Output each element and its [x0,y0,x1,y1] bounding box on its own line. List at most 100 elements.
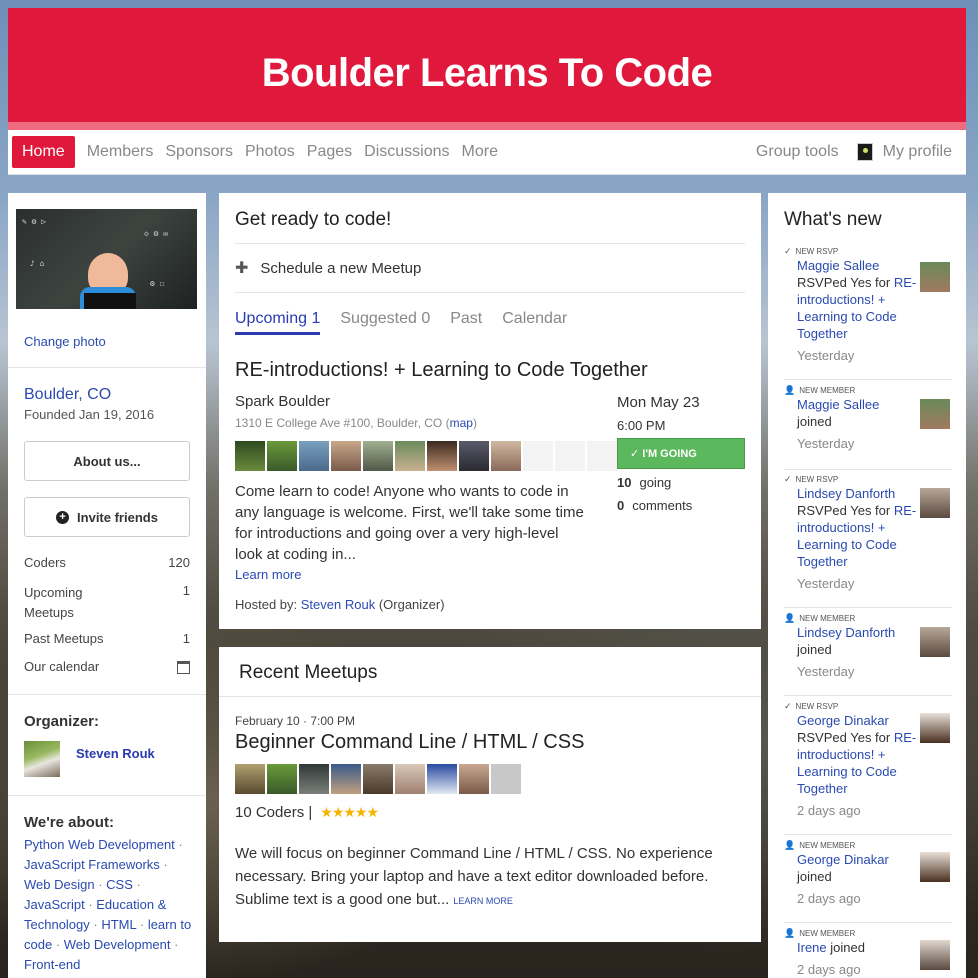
member-link[interactable]: George Dinakar [797,713,889,728]
attendee-avatar[interactable] [299,441,329,471]
member-avatar[interactable] [920,262,950,292]
tab-calendar[interactable]: Calendar [502,310,567,335]
feed-time: Yesterday [797,576,855,591]
tab-upcoming[interactable]: Upcoming 1 [235,310,321,335]
panel-title: Get ready to code! [235,209,392,230]
nav-home-tab[interactable]: Home [12,136,75,168]
attendee-avatar[interactable] [235,764,265,794]
nav-sponsors-tab[interactable]: Sponsors [165,137,233,167]
change-photo-link[interactable]: Change photo [24,334,106,349]
member-link[interactable]: Irene [797,940,827,955]
member-link[interactable]: Maggie Sallee [797,258,879,273]
tab-suggested[interactable]: Suggested 0 [340,310,430,335]
member-avatar[interactable] [920,627,950,657]
topic-link[interactable]: Front-end [24,957,80,972]
nav-members-tab[interactable]: Members [87,137,154,167]
feed-kind: ✓ NEW RSVP [784,701,960,712]
organizer-name-link[interactable]: Steven Rouk [76,746,155,761]
feed-text: RSVPed Yes for [797,275,894,290]
event-address: 1310 E College Ave #100, Boulder, CO (ma… [235,416,477,430]
attendee-avatar[interactable] [427,764,457,794]
divider [8,694,206,695]
host-link[interactable]: Steven Rouk [301,597,375,612]
event-description: Come learn to code! Anyone who wants to … [235,483,584,563]
member-link[interactable]: Lindsey Danforth [797,486,895,501]
invite-friends-button[interactable]: + Invite friends [24,497,190,537]
attendee-avatar[interactable] [235,441,265,471]
event-title-link[interactable]: RE-introductions! + Learning to Code Tog… [235,359,648,382]
member-link[interactable]: Lindsey Danforth [797,625,895,640]
coders-count: 10 Coders | [235,804,313,821]
attendee-avatar[interactable] [491,441,521,471]
founded-date: Founded Jan 19, 2016 [24,407,155,422]
divider [784,607,952,608]
learn-more-link[interactable]: LEARN MORE [453,896,513,906]
comment-count[interactable]: 0 comments [617,498,692,513]
topic-link[interactable]: Web Development [64,937,171,952]
laptop-shape [84,293,136,309]
recent-event-title-link[interactable]: Beginner Command Line / HTML / CSS [235,731,584,754]
attendee-avatar[interactable] [459,764,489,794]
feed-item: ✓ NEW RSVP Maggie Sallee RSVPed Yes for R… [784,246,960,363]
attendee-avatar[interactable] [363,764,393,794]
member-link[interactable]: George Dinakar [797,852,889,867]
attendee-avatar[interactable] [331,764,361,794]
nav-discussions-tab[interactable]: Discussions [364,137,449,167]
default-avatar-icon[interactable] [491,764,521,794]
topic-link[interactable]: JavaScript Frameworks [24,857,160,872]
feed-kind-label: NEW RSVP [795,247,839,256]
organizer-avatar[interactable] [24,741,60,777]
member-avatar[interactable] [920,488,950,518]
im-going-button[interactable]: ✓ I'M GOING [617,438,745,469]
attendee-avatar[interactable] [299,764,329,794]
person-icon: 👤 [784,385,796,395]
tab-past[interactable]: Past [450,310,482,335]
attendee-avatar[interactable] [427,441,457,471]
address-text: 1310 E College Ave #100, Boulder, CO ( [235,416,450,430]
recent-event-date: February 10 · 7:00 PM [235,714,356,728]
nav-photos-tab[interactable]: Photos [245,137,295,167]
attendee-avatar[interactable] [331,441,361,471]
attendee-avatar[interactable] [395,441,425,471]
location-link[interactable]: Boulder, CO [24,386,111,404]
plus-icon: ✚ [235,260,249,277]
chalk-doodle-icon: ✎ ⚙ ▷ [22,217,47,226]
feed-kind: ✓ NEW RSVP [784,474,960,485]
topic-link[interactable]: Web Design [24,877,95,892]
topic-link[interactable]: HTML [101,917,136,932]
member-avatar[interactable] [920,852,950,882]
attendee-avatar[interactable] [363,441,393,471]
profile-avatar[interactable] [856,143,873,161]
topic-link[interactable]: Python Web Development [24,837,175,852]
going-count[interactable]: 10 going [617,475,671,490]
schedule-meetup-link[interactable]: ✚ Schedule a new Meetup [235,258,421,278]
member-avatar[interactable] [920,713,950,743]
stat-upcoming-meetups[interactable]: Upcoming Meetups 1 [24,583,190,623]
nav-pages-tab[interactable]: Pages [307,137,352,167]
empty-avatar-slot [523,441,553,471]
my-profile-link[interactable]: My profile [883,137,952,167]
member-avatar[interactable] [920,940,950,970]
attendee-avatar[interactable] [459,441,489,471]
divider [784,834,952,835]
attendee-avatar[interactable] [395,764,425,794]
stat-calendar[interactable]: Our calendar [24,659,190,674]
topic-link[interactable]: JavaScript [24,897,85,912]
attendee-avatar[interactable] [267,764,297,794]
member-avatar[interactable] [920,399,950,429]
about-us-button[interactable]: About us... [24,441,190,481]
map-link[interactable]: map [450,416,473,430]
nav-more-tab[interactable]: More [462,137,498,167]
event-time: 6:00 PM [617,418,666,433]
stat-coders[interactable]: Coders 120 [24,555,190,570]
schedule-label: Schedule a new Meetup [260,259,422,277]
topic-list: Python Web Development · JavaScript Fram… [24,837,192,972]
feed-time: Yesterday [797,436,855,451]
stat-past-meetups[interactable]: Past Meetups 1 [24,631,190,646]
topic-link[interactable]: CSS [106,877,133,892]
group-tools-link[interactable]: Group tools [756,137,839,167]
learn-more-link[interactable]: Learn more [235,567,301,582]
attendee-avatar[interactable] [267,441,297,471]
hosted-suffix: (Organizer) [375,597,445,612]
member-link[interactable]: Maggie Sallee [797,397,879,412]
